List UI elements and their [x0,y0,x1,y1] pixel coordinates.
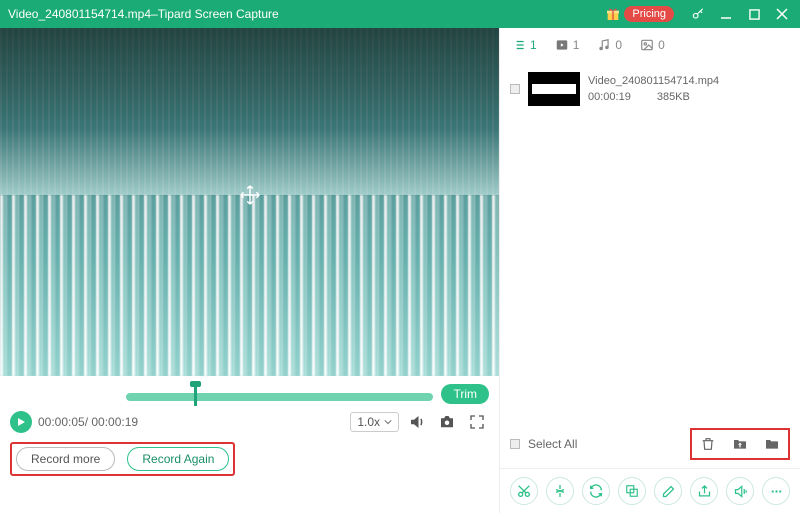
video-icon [555,38,569,52]
title-separator: – [151,7,158,21]
title-bar: Video_240801154714.mp4 – Tipard Screen C… [0,0,800,28]
list-icon [512,38,526,52]
delete-icon[interactable] [696,432,720,456]
file-ops-highlight [690,428,790,460]
list-item[interactable]: Video_240801154714.mp4 00:00:19 385KB [508,68,792,110]
file-thumbnail[interactable] [528,72,580,106]
chevron-down-icon [384,418,392,426]
play-button[interactable] [10,411,32,433]
snapshot-icon[interactable] [435,410,459,434]
tool-strip [500,468,800,513]
file-list: Video_240801154714.mp4 00:00:19 385KB [500,62,800,420]
move-cursor-icon [239,184,261,206]
tab-image[interactable]: 0 [640,38,665,52]
tab-list[interactable]: 1 [512,38,537,52]
cut-icon[interactable] [510,477,538,505]
merge-icon[interactable] [618,477,646,505]
image-icon [640,38,654,52]
gift-icon[interactable] [604,5,622,23]
pricing-badge[interactable]: Pricing [624,6,674,22]
trim-handle[interactable] [194,386,197,406]
tab-audio[interactable]: 0 [597,38,622,52]
volume-icon[interactable] [405,410,429,434]
trim-button[interactable]: Trim [441,384,489,404]
file-size: 385KB [657,91,690,103]
record-buttons-highlight: Record more Record Again [10,442,235,476]
volume-tool-icon[interactable] [726,477,754,505]
select-all-checkbox[interactable] [510,439,520,449]
key-icon[interactable] [688,4,708,24]
media-tabs: 1 1 0 0 [500,28,800,62]
file-duration: 00:00:19 [588,91,631,103]
title-filename: Video_240801154714.mp4 [8,7,151,21]
fullscreen-icon[interactable] [465,410,489,434]
tab-video[interactable]: 1 [555,38,580,52]
music-icon [597,38,611,52]
record-again-button[interactable]: Record Again [127,447,229,471]
trim-track[interactable] [126,388,433,400]
file-name: Video_240801154714.mp4 [588,75,790,87]
minimize-button[interactable] [716,4,736,24]
more-icon[interactable] [762,477,790,505]
record-more-button[interactable]: Record more [16,447,115,471]
edit-icon[interactable] [654,477,682,505]
time-display: 00:00:05/ 00:00:19 [38,415,344,429]
open-folder-icon[interactable] [760,432,784,456]
speed-selector[interactable]: 1.0x [350,412,399,432]
file-checkbox[interactable] [510,84,520,94]
close-button[interactable] [772,4,792,24]
speed-value: 1.0x [357,415,380,429]
select-all-label: Select All [528,437,577,451]
convert-icon[interactable] [582,477,610,505]
share-icon[interactable] [690,477,718,505]
export-folder-icon[interactable] [728,432,752,456]
compress-icon[interactable] [546,477,574,505]
maximize-button[interactable] [744,4,764,24]
video-preview[interactable] [0,28,499,376]
trim-lead [10,393,118,395]
title-app: Tipard Screen Capture [158,7,279,21]
